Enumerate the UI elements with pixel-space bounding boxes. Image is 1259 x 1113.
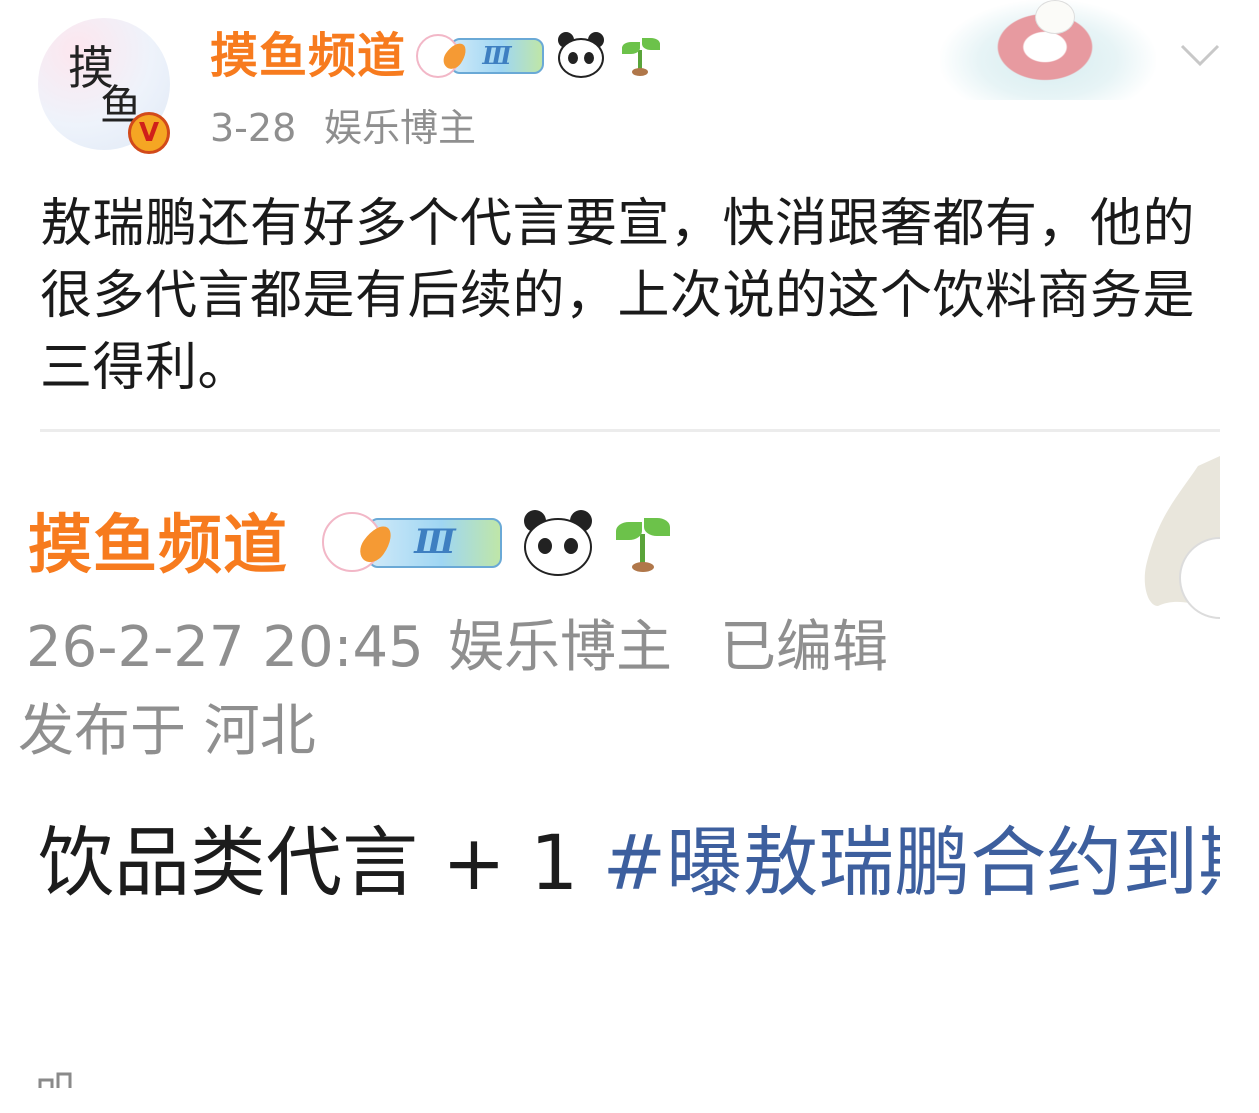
quoted-timestamp: 26-2-27 20:45 bbox=[26, 615, 424, 680]
quoted-text: 饮品类代言 + 1 #曝敖瑞鹏合约到期 bbox=[38, 818, 1220, 908]
quoted-username: 摸鱼频道 bbox=[28, 509, 288, 583]
bottom-partial-icon bbox=[38, 1066, 74, 1088]
post-date: 3-28 bbox=[210, 106, 297, 150]
verified-v-icon: V bbox=[128, 112, 170, 154]
quoted-panda-icon bbox=[522, 510, 594, 576]
quoted-edited: 已编辑 bbox=[720, 615, 888, 680]
quoted-text-plain: 饮品类代言 + 1 bbox=[38, 818, 603, 907]
sprout-icon bbox=[618, 36, 662, 76]
quoted-decoration-right bbox=[1144, 456, 1220, 619]
quoted-sprout-icon bbox=[612, 514, 674, 572]
quoted-hashtag[interactable]: #曝敖瑞鹏合约到期 bbox=[603, 818, 1220, 907]
panda-icon bbox=[556, 32, 606, 80]
bear-float-decoration bbox=[940, 0, 1156, 100]
chevron-down-icon[interactable] bbox=[1180, 40, 1220, 70]
post-category: 娱乐博主 bbox=[324, 106, 477, 150]
divider bbox=[40, 429, 1220, 432]
quoted-location: 发布于 河北 bbox=[18, 699, 316, 764]
post-text: 敖瑞鹏还有好多个代言要宣，快消跟奢都有，他的很多代言都是有后续的，上次说的这个饮… bbox=[40, 194, 1196, 398]
quoted-category: 娱乐博主 bbox=[448, 615, 672, 680]
quoted-rabbit-level-badge-icon: Ⅲ bbox=[322, 510, 504, 576]
username[interactable]: 摸鱼频道 bbox=[210, 26, 406, 86]
rabbit-level-badge-icon[interactable]: Ⅲ bbox=[416, 32, 546, 80]
